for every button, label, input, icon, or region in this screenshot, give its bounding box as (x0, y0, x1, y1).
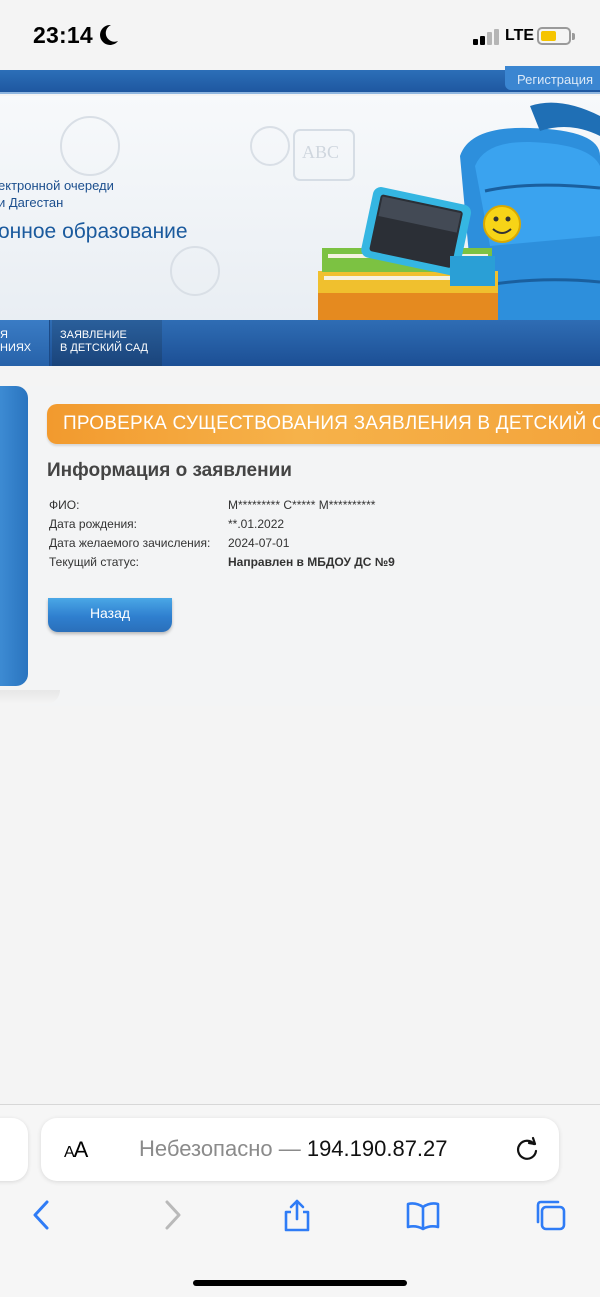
header-banner: ABC ектронной очереди и Дагестан онное о… (0, 96, 600, 321)
info-value: 2024-07-01 (228, 536, 290, 550)
info-row-enrollment-date: Дата желаемого зачисления: 2024-07-01 (49, 536, 569, 555)
aa-big: A (73, 1137, 89, 1162)
nav-item-line1: Я (0, 329, 8, 341)
info-label: Дата рождения: (49, 517, 137, 531)
info-row-birthdate: Дата рождения: **.01.2022 (49, 517, 569, 536)
signal-icon (473, 29, 501, 45)
nav-item-notifications[interactable]: Я НИЯХ (0, 320, 50, 366)
address-bar[interactable]: AA Небезопасно — 194.190.87.27 (41, 1118, 559, 1181)
nav-item-kindergarten-application[interactable]: ЗАЯВЛЕНИЕ В ДЕТСКИЙ САД (52, 320, 162, 366)
info-row-status: Текущий статус: Направлен в МБДОУ ДС №9 (49, 555, 569, 574)
info-label: Текущий статус: (49, 555, 139, 569)
nav-item-line2: НИЯХ (0, 342, 32, 354)
banner-title: онное образование (0, 220, 188, 243)
nav-item-line1: ЗАЯВЛЕНИЕ (60, 329, 127, 341)
forward-icon[interactable] (155, 1198, 189, 1232)
status-value: Направлен в МБДОУ ДС №9 (228, 555, 395, 569)
reader-options-button[interactable]: AA (64, 1137, 89, 1163)
moon-icon (100, 24, 118, 45)
address-host: 194.190.87.27 (306, 1136, 448, 1161)
insecure-label: Небезопасно — (139, 1136, 307, 1161)
sidebar-shadow (0, 690, 60, 704)
info-row-name: ФИО: М********* С***** М********** (49, 498, 569, 517)
status-bar: 23:14 LTE (0, 0, 600, 70)
left-sidebar (0, 386, 28, 686)
previous-tab-preview[interactable] (0, 1118, 28, 1181)
banner-subtitle-1: ектронной очереди (0, 178, 114, 193)
bookmarks-icon[interactable] (406, 1198, 440, 1232)
back-icon[interactable] (25, 1198, 59, 1232)
address-text[interactable]: Небезопасно — 194.190.87.27 (139, 1136, 448, 1162)
nav-item-line2: В ДЕТСКИЙ САД (60, 342, 148, 354)
home-indicator (193, 1280, 407, 1286)
info-value: **.01.2022 (228, 517, 285, 531)
section-header: ПРОВЕРКА СУЩЕСТВОВАНИЯ ЗАЯВЛЕНИЯ В ДЕТСК… (47, 404, 600, 444)
site-top-bar: Регистрация (0, 66, 600, 94)
section-header-text: ПРОВЕРКА СУЩЕСТВОВАНИЯ ЗАЯВЛЕНИЯ В ДЕТСК… (63, 413, 600, 434)
status-time: 23:14 (33, 22, 93, 48)
battery-icon (537, 27, 575, 45)
aa-small: A (64, 1144, 75, 1161)
info-heading: Информация о заявлении (47, 460, 292, 481)
back-button[interactable]: Назад (48, 598, 172, 632)
share-icon[interactable] (280, 1198, 314, 1232)
banner-subtitle-2: и Дагестан (0, 195, 64, 210)
network-type: LTE (505, 27, 535, 44)
main-nav: Я НИЯХ ЗАЯВЛЕНИЕ В ДЕТСКИЙ САД (0, 320, 600, 366)
registration-link[interactable]: Регистрация (505, 66, 600, 90)
tabs-icon[interactable] (533, 1198, 567, 1232)
application-info-table: ФИО: М********* С***** М********** Дата … (49, 498, 569, 574)
info-value: М********* С***** М********** (228, 498, 376, 512)
info-label: Дата желаемого зачисления: (49, 536, 211, 550)
info-label: ФИО: (49, 498, 80, 512)
screen: 23:14 LTE Регистрация ABC ектронной очер… (0, 0, 600, 1297)
backpack-illustration (318, 102, 600, 321)
reload-icon[interactable] (514, 1136, 540, 1162)
